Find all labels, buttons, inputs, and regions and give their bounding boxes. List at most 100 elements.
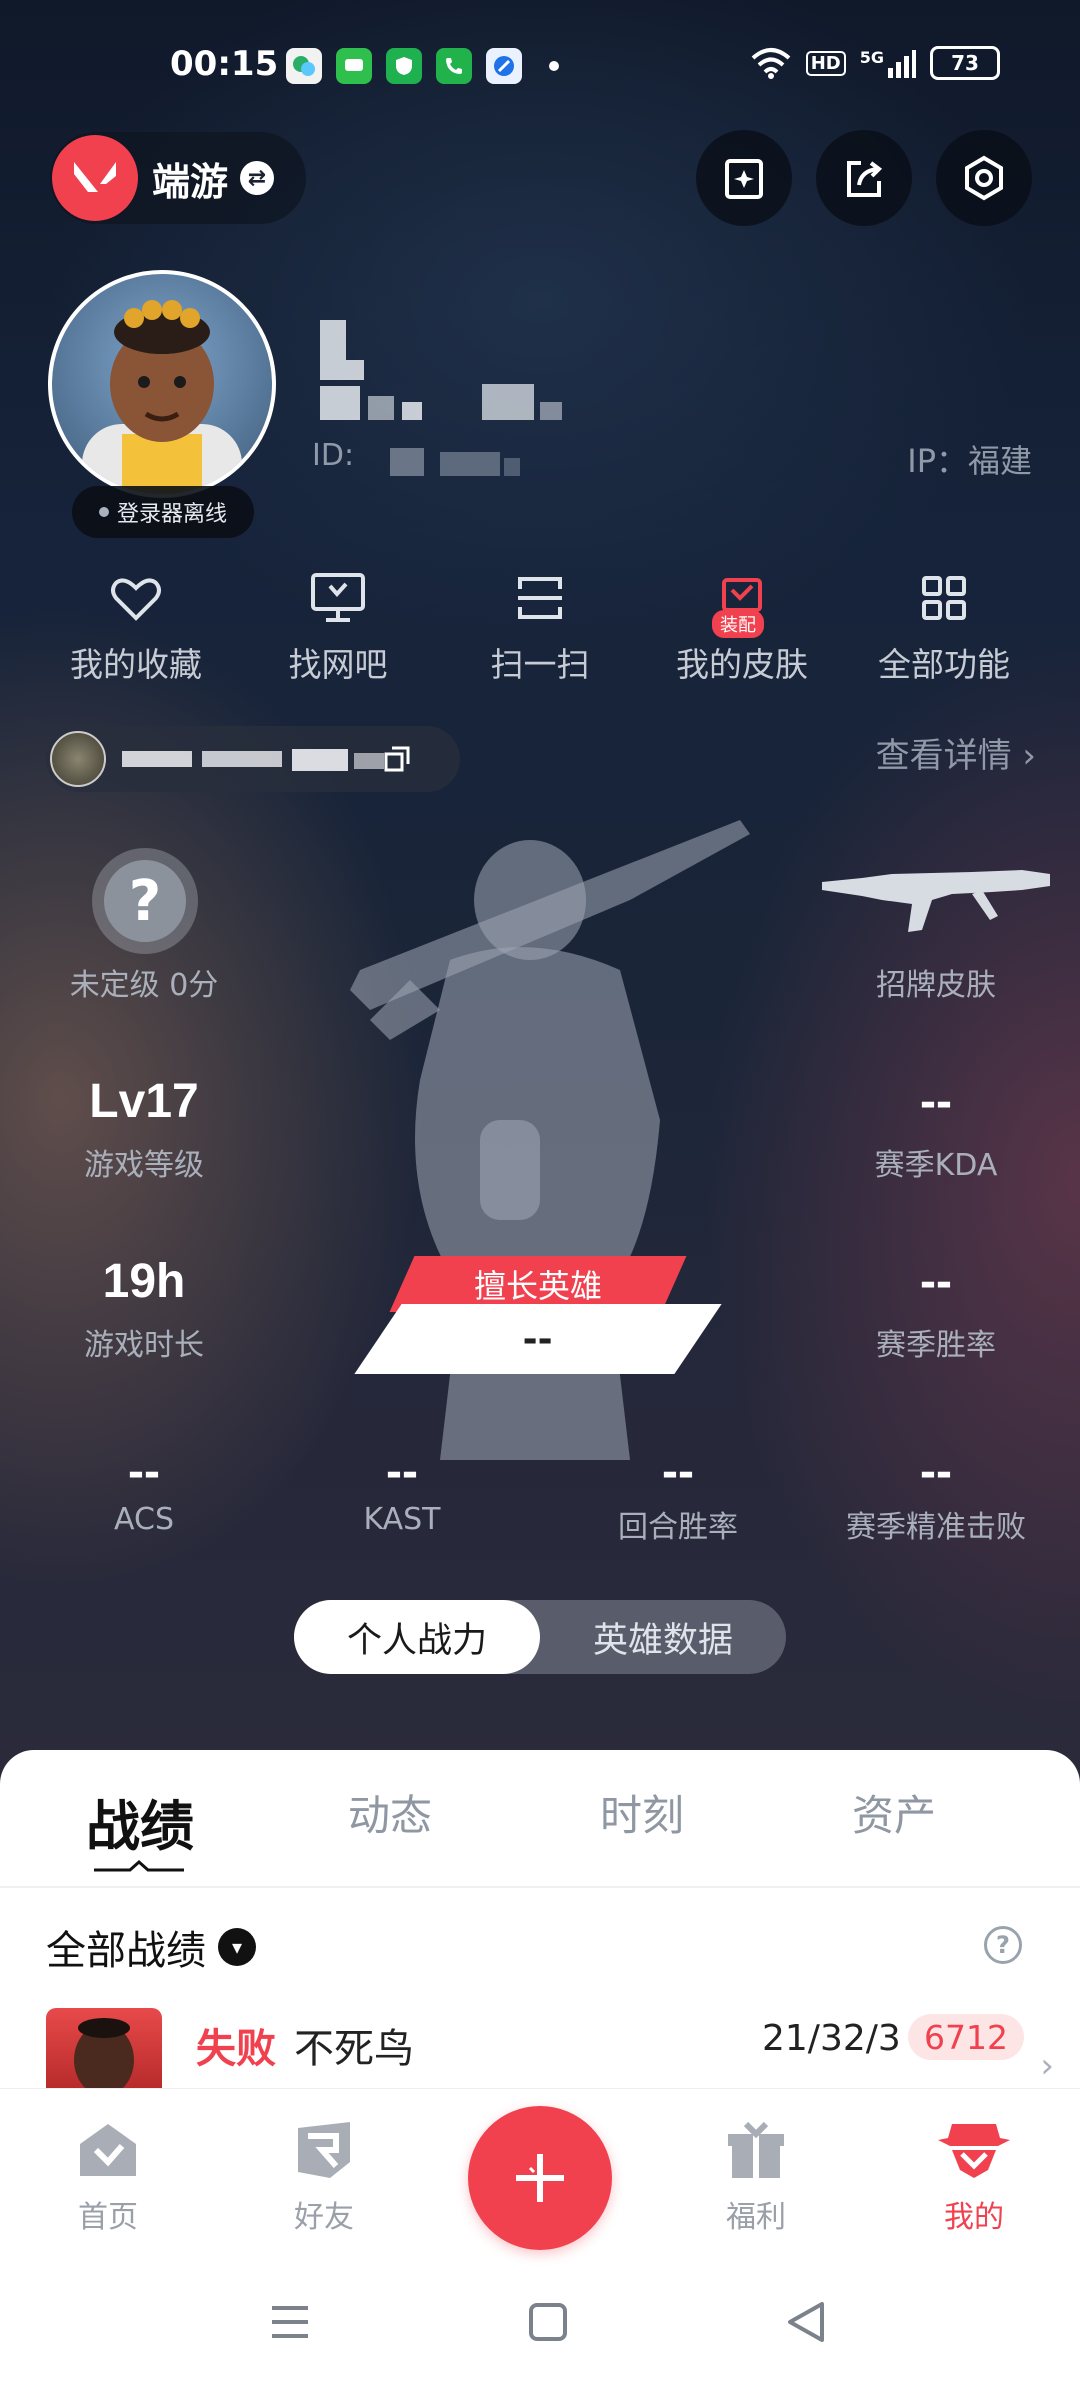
notification-dot-icon bbox=[536, 48, 572, 84]
match-hero-avatar bbox=[46, 2008, 162, 2088]
kast-label: KAST bbox=[363, 1502, 441, 1537]
swap-icon: ⇄ bbox=[240, 161, 275, 195]
share-button[interactable] bbox=[816, 130, 912, 226]
quick-action-all-functions[interactable]: 全部功能 bbox=[864, 570, 1024, 686]
status-indicators: HD 5G 73 bbox=[750, 46, 1000, 80]
friends-icon bbox=[298, 2122, 350, 2178]
equip-badge: 装配 bbox=[712, 610, 764, 638]
nav-benefits[interactable]: 福利 bbox=[676, 2120, 836, 2236]
level-label: 游戏等级 bbox=[84, 1148, 204, 1183]
segment-personal-power[interactable]: 个人战力 bbox=[294, 1600, 540, 1674]
home-nav-icon[interactable] bbox=[526, 2300, 570, 2344]
nickname-redacted bbox=[312, 316, 582, 426]
tab-records[interactable]: 战绩 bbox=[86, 1782, 194, 1861]
game-switch-label: 端游 bbox=[152, 159, 229, 204]
wifi-icon bbox=[751, 48, 791, 79]
gift-icon bbox=[728, 2121, 784, 2178]
round-winrate-label: 回合胜率 bbox=[618, 1510, 738, 1545]
quick-action-find-cafe[interactable]: 找网吧 bbox=[258, 570, 418, 686]
user-id-label: ID: bbox=[312, 438, 355, 473]
season-kda-label: 赛季KDA bbox=[874, 1148, 998, 1183]
card-icon bbox=[725, 159, 763, 199]
quick-action-label: 我的皮肤 bbox=[676, 645, 808, 684]
skin-icon: 装配 bbox=[712, 570, 772, 638]
tab-active-indicator bbox=[94, 1860, 184, 1872]
quick-action-favorites[interactable]: 我的收藏 bbox=[56, 570, 216, 686]
season-winrate-value: -- bbox=[920, 1255, 952, 1308]
back-icon[interactable] bbox=[784, 2300, 828, 2344]
tab-assets[interactable]: 资产 bbox=[852, 1782, 936, 1843]
nav-me[interactable]: 我的 bbox=[894, 2120, 1054, 2236]
game-name-redacted bbox=[122, 739, 422, 779]
plus-icon bbox=[516, 2154, 564, 2202]
unranked-icon: ? bbox=[92, 848, 198, 954]
play-time-value: 19h bbox=[102, 1255, 186, 1308]
chevron-down-icon: ▾ bbox=[218, 1928, 256, 1966]
match-kda: 21/32/3 bbox=[762, 2018, 901, 2059]
game-avatar bbox=[50, 731, 106, 787]
game-switch-button[interactable]: 端游 ⇄ bbox=[50, 132, 306, 224]
heart-icon bbox=[106, 570, 166, 626]
season-kda-value: -- bbox=[920, 1075, 952, 1128]
quick-action-label: 扫一扫 bbox=[490, 645, 590, 684]
login-status-badge: 登录器离线 bbox=[72, 486, 254, 538]
favorite-hero-box[interactable]: -- bbox=[354, 1304, 722, 1374]
stats-segment-control: 个人战力 英雄数据 bbox=[294, 1600, 786, 1674]
kast-value: -- bbox=[386, 1445, 418, 1498]
browser-icon bbox=[486, 48, 522, 84]
tab-moments[interactable]: 时刻 bbox=[600, 1782, 684, 1843]
game-account-card[interactable] bbox=[46, 726, 460, 792]
signature-skin-label: 招牌皮肤 bbox=[876, 968, 996, 1003]
play-time-label: 游戏时长 bbox=[84, 1328, 204, 1363]
card-button[interactable] bbox=[696, 130, 792, 226]
nav-home[interactable]: 首页 bbox=[28, 2120, 188, 2236]
acs-value: -- bbox=[128, 1445, 160, 1498]
settings-icon bbox=[965, 155, 1003, 201]
acs-label: ACS bbox=[114, 1502, 174, 1537]
avatar[interactable] bbox=[48, 270, 276, 498]
hd-badge: HD bbox=[805, 50, 846, 76]
phone-icon bbox=[436, 48, 472, 84]
scan-icon bbox=[510, 570, 570, 626]
nav-label: 好友 bbox=[294, 2200, 354, 2235]
segment-hero-data[interactable]: 英雄数据 bbox=[540, 1600, 786, 1674]
recent-apps-icon[interactable] bbox=[268, 2300, 312, 2344]
nav-label: 我的 bbox=[944, 2200, 1004, 2235]
round-winrate-value: -- bbox=[662, 1445, 694, 1498]
quick-action-scan[interactable]: 扫一扫 bbox=[460, 570, 620, 686]
status-time: 00:15 bbox=[170, 44, 279, 84]
match-score-badge: 6712 bbox=[908, 2014, 1024, 2060]
quick-action-label: 全部功能 bbox=[878, 645, 1010, 684]
status-app-icons bbox=[286, 48, 572, 84]
share-icon bbox=[847, 161, 883, 197]
season-precise-kills-value: -- bbox=[920, 1445, 952, 1498]
signal-icon bbox=[888, 50, 916, 78]
network-type: 5G bbox=[860, 48, 916, 78]
match-result: 失败 bbox=[196, 2026, 276, 2072]
sheet-divider bbox=[0, 1886, 1080, 1888]
favorite-hero-value: -- bbox=[523, 1318, 553, 1360]
tab-activity[interactable]: 动态 bbox=[348, 1782, 432, 1843]
records-filter-dropdown[interactable]: 全部战绩 ▾ bbox=[46, 1918, 256, 1976]
status-dot-icon bbox=[98, 507, 109, 517]
nav-friends[interactable]: 好友 bbox=[244, 2120, 404, 2236]
season-precise-kills-label: 赛季精准击败 bbox=[846, 1510, 1026, 1545]
view-details-link[interactable]: 查看详情 › bbox=[876, 728, 1036, 777]
season-winrate-label: 赛季胜率 bbox=[876, 1328, 996, 1363]
chevron-right-icon[interactable]: › bbox=[1040, 2046, 1054, 2086]
help-icon[interactable]: ? bbox=[984, 1926, 1022, 1964]
settings-button[interactable] bbox=[936, 130, 1032, 226]
match-hero-name: 不死鸟 bbox=[294, 2026, 414, 2072]
profile-icon bbox=[938, 2124, 1010, 2178]
valorant-logo-icon bbox=[52, 135, 138, 221]
quick-action-skins[interactable]: 装配 我的皮肤 bbox=[662, 570, 822, 686]
level-value: Lv17 bbox=[89, 1075, 199, 1128]
wechat-icon bbox=[286, 48, 322, 84]
records-filter-label: 全部战绩 bbox=[46, 1928, 206, 1974]
home-icon bbox=[80, 2124, 136, 2176]
signature-skin-weapon-icon[interactable] bbox=[822, 860, 1052, 940]
battery-indicator: 73 bbox=[930, 46, 1000, 80]
create-post-button[interactable] bbox=[468, 2106, 612, 2250]
login-status-text: 登录器离线 bbox=[116, 502, 227, 527]
messages-icon bbox=[336, 48, 372, 84]
